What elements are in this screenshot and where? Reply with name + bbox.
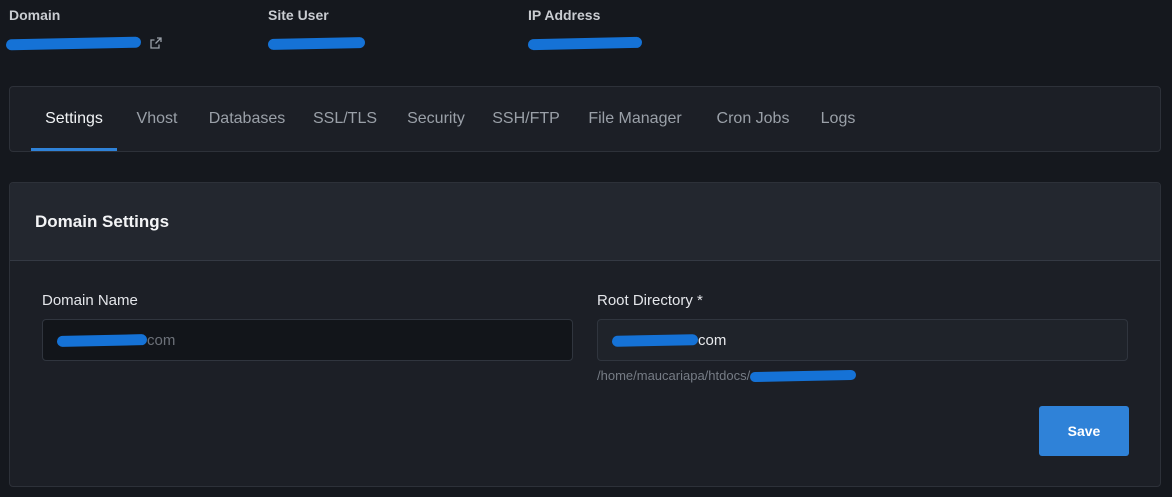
tab-settings[interactable]: Settings [31,87,117,151]
redacted-domain [5,36,142,50]
site-info-bar: Domain Site User IP Address [0,0,1172,84]
redacted-domain-name [56,333,148,347]
domain-settings-card: Domain Settings Domain Name com Root Dir… [9,182,1161,487]
tab-ssh-ftp[interactable]: SSH/FTP [489,87,563,151]
ip-address-label: IP Address [528,7,601,23]
tab-databases[interactable]: Databases [203,87,291,151]
redacted-path [750,369,857,382]
root-directory-input[interactable]: com [597,319,1128,361]
tab-ssl-tls[interactable]: SSL/TLS [309,87,381,151]
root-directory-help: /home/maucariapa/htdocs/ [597,368,857,383]
site-user-value [267,30,366,56]
ip-address-value [527,30,643,56]
root-directory-path: /home/maucariapa/htdocs/ [597,368,751,383]
tab-security[interactable]: Security [398,87,474,151]
tab-cron-jobs[interactable]: Cron Jobs [709,87,797,151]
redacted-site-user [267,36,366,50]
site-tabs: Settings Vhost Databases SSL/TLS Securit… [9,86,1161,152]
tab-logs[interactable]: Logs [815,87,861,151]
site-user-label: Site User [268,7,329,23]
card-title: Domain Settings [35,212,170,231]
domain-name-field: com [42,319,573,361]
tab-vhost[interactable]: Vhost [127,87,187,151]
save-button[interactable]: Save [1039,406,1129,456]
card-header: Domain Settings [10,183,1160,261]
redacted-ip-address [527,36,643,50]
tab-file-manager[interactable]: File Manager [583,87,687,151]
redacted-root-directory [611,333,699,347]
root-directory-label: Root Directory * [597,292,703,309]
domain-value[interactable] [5,30,163,56]
domain-name-suffix: com [147,331,176,349]
domain-name-label: Domain Name [42,292,138,309]
external-link-icon[interactable] [149,36,163,50]
domain-label: Domain [9,7,61,23]
root-directory-suffix: com [698,331,727,349]
